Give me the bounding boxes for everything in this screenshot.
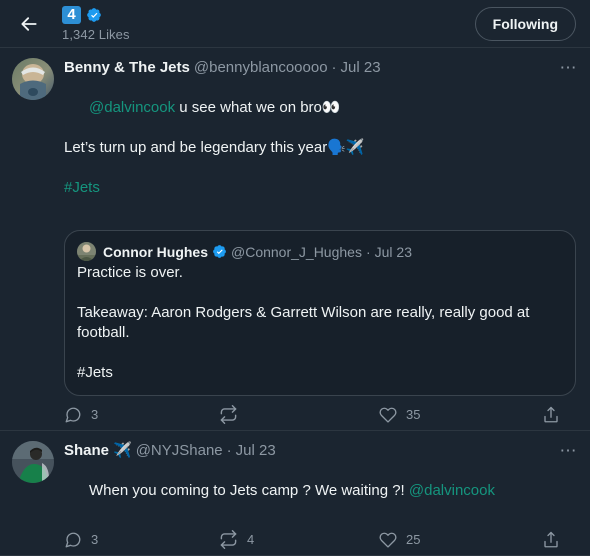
retweet-count: 4 — [247, 532, 255, 547]
separator: · — [365, 243, 371, 260]
quoted-display-name[interactable]: Connor Hughes — [103, 243, 208, 261]
quoted-user-handle[interactable]: @Connor_J_Hughes — [231, 243, 362, 261]
retweet-icon — [219, 405, 238, 424]
tweet-body: Benny & The Jets @bennyblancooooo · Jul … — [64, 58, 579, 424]
share-icon — [542, 531, 560, 549]
user-handle[interactable]: @NYJShane — [136, 441, 223, 460]
tweet-text: When you coming to Jets camp ? We waitin… — [64, 461, 576, 521]
like-button[interactable]: 35 — [379, 406, 534, 424]
page-header: 4 1,342 Likes Following — [0, 0, 590, 48]
more-options-icon[interactable]: ⋯ — [560, 58, 579, 77]
following-button[interactable]: Following — [474, 6, 576, 41]
like-button[interactable]: 25 — [379, 531, 534, 549]
tweet-text-plain: When you coming to Jets camp ? We waitin… — [89, 482, 409, 499]
tweet-header: Shane ✈️ @NYJShane · Jul 23 ⋯ — [64, 441, 579, 460]
connor-avatar-image — [77, 242, 96, 261]
reply-count: 3 — [91, 532, 99, 547]
page-title: 4 — [62, 5, 475, 25]
tweet-body: Shane ✈️ @NYJShane · Jul 23 ⋯ When you c… — [64, 441, 579, 549]
verified-badge-icon — [86, 7, 102, 23]
back-button[interactable] — [12, 7, 46, 41]
timestamp[interactable]: Jul 23 — [341, 58, 381, 77]
like-count: 25 — [406, 532, 421, 547]
tweet-item[interactable]: Shane ✈️ @NYJShane · Jul 23 ⋯ When you c… — [0, 431, 590, 556]
tweet-actions: 3 35 — [64, 405, 564, 424]
mention-link[interactable]: @dalvincook — [89, 99, 175, 116]
likes-count-badge: 4 — [62, 5, 81, 24]
reply-button[interactable]: 3 — [64, 531, 219, 549]
reply-icon — [64, 531, 82, 549]
benny-avatar-image — [12, 58, 54, 100]
reply-icon — [64, 406, 82, 424]
more-options-icon[interactable]: ⋯ — [560, 441, 579, 460]
separator: · — [226, 442, 232, 459]
retweet-button[interactable]: 4 — [219, 530, 379, 549]
like-heart-icon — [379, 406, 397, 424]
share-button[interactable] — [542, 531, 560, 549]
quoted-tweet-text: Practice is over. Takeaway: Aaron Rodger… — [77, 264, 530, 381]
hashtag-link[interactable]: #Jets — [64, 179, 100, 196]
header-title-block: 4 1,342 Likes — [62, 5, 475, 42]
share-icon — [542, 406, 560, 424]
quoted-tweet-header: Connor Hughes @Connor_J_Hughes · Jul 23 — [77, 242, 563, 261]
tweet-item[interactable]: Benny & The Jets @bennyblancooooo · Jul … — [0, 48, 590, 431]
name-emoji: ✈️ — [113, 442, 132, 459]
header-subtitle: 1,342 Likes — [62, 26, 130, 42]
display-name[interactable]: Shane — [64, 441, 109, 460]
retweet-button[interactable] — [219, 405, 379, 424]
avatar[interactable] — [12, 441, 54, 483]
reply-count: 3 — [91, 407, 99, 422]
avatar[interactable] — [12, 58, 54, 100]
tweet-header: Benny & The Jets @bennyblancooooo · Jul … — [64, 58, 579, 77]
shane-avatar-image — [12, 441, 54, 483]
share-button[interactable] — [542, 406, 560, 424]
quoted-timestamp: Jul 23 — [374, 243, 412, 260]
separator: · — [331, 59, 337, 76]
tweet-actions: 3 4 25 — [64, 530, 564, 549]
reply-button[interactable]: 3 — [64, 406, 219, 424]
like-count: 35 — [406, 407, 421, 422]
display-name[interactable]: Benny & The Jets — [64, 58, 190, 77]
user-handle[interactable]: @bennyblancooooo — [194, 58, 328, 77]
verified-badge-icon — [212, 244, 227, 259]
quoted-tweet[interactable]: Connor Hughes @Connor_J_Hughes · Jul 23 … — [64, 230, 576, 396]
back-arrow-icon — [19, 14, 39, 34]
mention-link[interactable]: @dalvincook — [409, 482, 495, 499]
quoted-avatar[interactable] — [77, 242, 96, 261]
like-heart-icon — [379, 531, 397, 549]
tweet-text: @dalvincook u see what we on bro👀 Let’s … — [64, 78, 576, 218]
timestamp[interactable]: Jul 23 — [236, 441, 276, 460]
retweet-icon — [219, 530, 238, 549]
